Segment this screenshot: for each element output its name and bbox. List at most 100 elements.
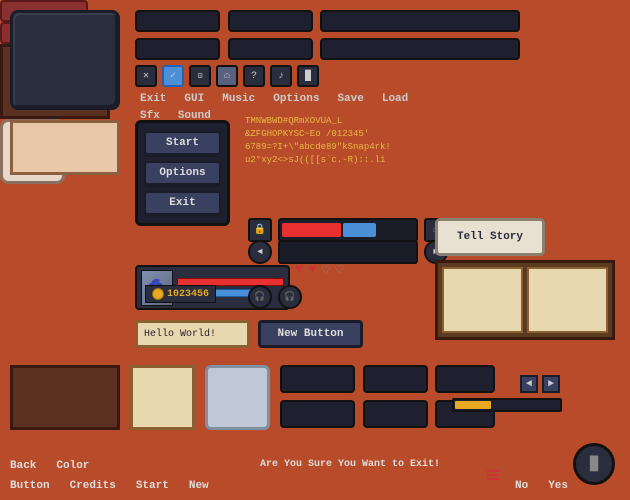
lock-button[interactable]: 🔒 (248, 218, 272, 242)
dark-bar (278, 240, 418, 264)
x-icon-btn[interactable]: ✕ (135, 65, 157, 87)
ham-line-2 (487, 474, 499, 476)
nav-load[interactable]: Load (382, 93, 408, 105)
menu-panel: Start Options Exit (135, 120, 230, 226)
top-button-7[interactable] (228, 38, 313, 60)
heart-1: ♥ (295, 262, 303, 279)
hello-world-text: Hello World! (144, 329, 216, 340)
nav-gui[interactable]: GUI (184, 93, 204, 105)
top-button-2[interactable] (228, 10, 313, 32)
slider-fill-blue (343, 223, 376, 237)
yes-label[interactable]: Yes (548, 480, 568, 492)
data-panel-right (435, 260, 615, 340)
data-cell-2 (527, 267, 608, 333)
menu-start-button[interactable]: Start (144, 131, 221, 155)
no-label[interactable]: No (515, 480, 528, 492)
ham-line-1 (487, 470, 499, 472)
ham-line-3 (487, 478, 499, 480)
bottom-slider[interactable] (452, 398, 562, 412)
hearts-row: ♥ ♥ ♡ ♡ (295, 262, 344, 279)
arrow-left-button[interactable]: ◄ (248, 240, 272, 264)
bottom-back-label[interactable]: Back (10, 460, 36, 472)
headphone-icon-2: 🎧 (284, 292, 295, 302)
heart-2: ♥ (308, 262, 316, 279)
scroll-left-btn[interactable]: ◄ (520, 375, 538, 393)
heart-4: ♡ (335, 262, 343, 279)
scroll-right-btn[interactable]: ► (542, 375, 560, 393)
bottom-color-label[interactable]: Color (56, 460, 89, 472)
bottom-grey-panel (205, 365, 270, 430)
pause-small-icon: ▐▌ (302, 71, 314, 82)
pause-button[interactable]: ▐▌ (573, 443, 615, 485)
bottom-start-label[interactable]: Start (136, 480, 169, 492)
music-icon-btn[interactable]: ♪ (270, 65, 292, 87)
char-line-1: TMNWBWD#QRmXOVUA_L (245, 115, 495, 128)
menu-exit-button[interactable]: Exit (144, 191, 221, 215)
menu-options-button[interactable]: Options (144, 161, 221, 185)
slider-gold-fill (455, 401, 491, 409)
bottom-text-row-2: Button Credits Start New (10, 480, 209, 492)
bottom-dark-btn-4[interactable] (363, 400, 428, 428)
top-button-1[interactable] (135, 10, 220, 32)
data-cell-1 (442, 267, 523, 333)
top-button-3[interactable] (320, 10, 520, 32)
nav-save[interactable]: Save (337, 93, 363, 105)
question-icon: ? (251, 71, 257, 82)
icon-row: ✕ ✓ ⊡ ⌂ ? ♪ ▐▌ (135, 65, 319, 87)
new-button-label: New Button (277, 328, 343, 340)
slider-control[interactable] (278, 218, 418, 242)
char-line-4: u2°xy2<>sJ(([[s`c.-R)::.li (245, 154, 495, 167)
scroll-right-icon: ► (548, 379, 554, 390)
bottom-new-label[interactable]: New (189, 480, 209, 492)
scroll-arrows: ◄ ► (520, 375, 560, 393)
lock-icon: 🔒 (254, 224, 266, 236)
camera-icon-btn[interactable]: ⊡ (189, 65, 211, 87)
headphone-icon-1: 🎧 (254, 292, 265, 302)
headphone-button-2[interactable]: 🎧 (278, 285, 302, 309)
bottom-dark-btn-1[interactable] (280, 365, 355, 393)
tell-story-button[interactable]: Tell Story (435, 218, 545, 256)
nav-options[interactable]: Options (273, 93, 319, 105)
check-icon-btn[interactable]: ✓ (162, 65, 184, 87)
home-icon-btn[interactable]: ⌂ (216, 65, 238, 87)
left-tan-panel (10, 120, 120, 175)
nav-exit[interactable]: Exit (140, 93, 166, 105)
headphone-button-1[interactable]: 🎧 (248, 285, 272, 309)
char-display: TMNWBWD#QRmXOVUA_L &ZFGHOPKYSC~Eo /01234… (245, 115, 495, 167)
bottom-dark-btn-2[interactable] (280, 400, 355, 428)
pause-icon-btn[interactable]: ▐▌ (297, 65, 319, 87)
pause-icon: ▐▌ (586, 456, 603, 472)
scroll-left-icon: ◄ (526, 379, 532, 390)
hello-world-input[interactable]: Hello World! (135, 320, 250, 348)
nav-music[interactable]: Music (222, 93, 255, 105)
bottom-button-label[interactable]: Button (10, 480, 50, 492)
music-icon: ♪ (278, 71, 284, 82)
bottom-dark-btn-5[interactable] (435, 365, 495, 393)
no-yes-row: No Yes (515, 480, 568, 492)
char-line-3: 6789=?I+\"abcde89"kSnap4rk! (245, 141, 495, 154)
top-button-8[interactable] (320, 38, 520, 60)
question-text: Are You Sure You Want to Exit! (260, 459, 440, 470)
bottom-credits-label[interactable]: Credits (70, 480, 116, 492)
heart-3: ♡ (322, 262, 330, 279)
nav-text-row: Exit GUI Music Options Save Load (140, 93, 408, 105)
home-icon: ⌂ (224, 71, 230, 82)
bottom-brown-panel (10, 365, 120, 430)
slider-fill-red (282, 223, 341, 237)
x-icon: ✕ (143, 70, 149, 82)
bottom-dark-btn-3[interactable] (363, 365, 428, 393)
camera-icon: ⊡ (198, 71, 203, 81)
coin-score-display: 1023456 (145, 285, 216, 303)
bottom-tan-panel (130, 365, 195, 430)
hamburger-icon[interactable] (485, 468, 501, 482)
top-left-panel (10, 10, 120, 110)
top-button-6[interactable] (135, 38, 220, 60)
bottom-text-row-1: Back Color (10, 460, 89, 472)
check-icon: ✓ (170, 70, 176, 82)
new-button[interactable]: New Button (258, 320, 363, 348)
score-value: 1023456 (167, 289, 209, 300)
arrow-left-icon: ◄ (257, 247, 262, 257)
char-line-2: &ZFGHOPKYSC~Eo /012345' (245, 128, 495, 141)
main-container: ✕ ✓ ⊡ ⌂ ? ♪ ▐▌ Exit GUI Music Options Sa… (0, 0, 630, 500)
question-icon-btn[interactable]: ? (243, 65, 265, 87)
